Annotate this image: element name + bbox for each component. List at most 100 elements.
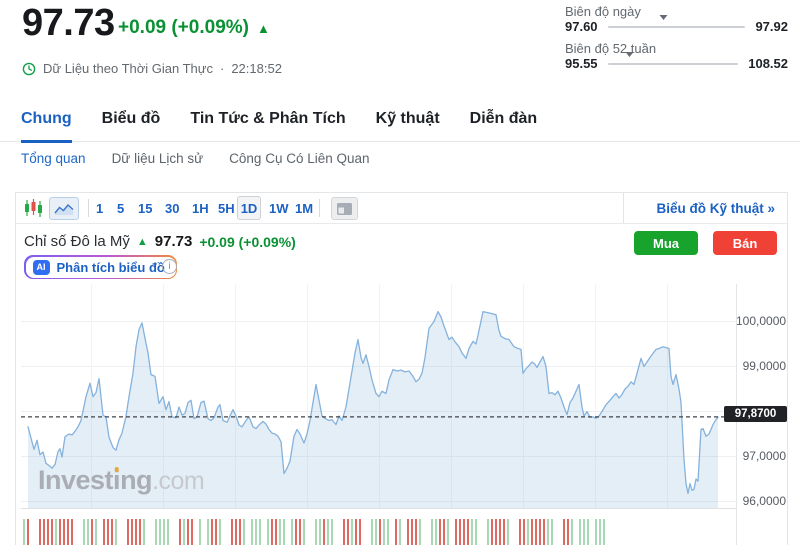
- volume-gap: [483, 519, 485, 545]
- volume-bar-down: [179, 519, 181, 545]
- ai-chart-analysis-button[interactable]: AI Phân tích biểu đồ: [24, 255, 177, 279]
- volume-bar-down: [347, 519, 349, 545]
- timeframe-1d-active[interactable]: 1D: [237, 196, 261, 220]
- volume-bar-up: [267, 519, 269, 545]
- volume-gap: [311, 519, 313, 545]
- volume-bar-up: [243, 519, 245, 545]
- timeframe-5h[interactable]: 5H: [218, 193, 235, 223]
- main-tabs: Chung Biểu đồ Tin Tức & Phân Tích Kỹ thu…: [0, 104, 800, 142]
- timeframe-30[interactable]: 30: [165, 193, 179, 223]
- volume-gap: [511, 519, 513, 545]
- volume-bar-up: [87, 519, 89, 545]
- timeframe-15[interactable]: 15: [138, 193, 152, 223]
- volume-gap: [31, 519, 33, 545]
- volume-bar-down: [467, 519, 469, 545]
- week52-range-low: 95.55: [565, 56, 598, 71]
- toolbar-divider: [319, 199, 320, 217]
- volume-bar-down: [63, 519, 65, 545]
- volume-gap: [195, 519, 197, 545]
- volume-bar-down: [459, 519, 461, 545]
- realtime-time: 22:18:52: [231, 61, 282, 76]
- sell-button[interactable]: Bán: [713, 231, 777, 255]
- tab-chung[interactable]: Chung: [21, 110, 72, 143]
- volume-bar-up: [327, 519, 329, 545]
- price-area-chart[interactable]: [16, 281, 788, 545]
- volume-bar-up: [527, 519, 529, 545]
- volume-bar-up: [95, 519, 97, 545]
- volume-bar-down: [231, 519, 233, 545]
- volume-bar-up: [579, 519, 581, 545]
- volume-gap: [147, 519, 149, 545]
- sub-tabs: Tổng quan Dữ liệu Lịch sử Công Cụ Có Liê…: [21, 151, 370, 166]
- volume-bar-down: [531, 519, 533, 545]
- events-panel-button[interactable]: [331, 197, 358, 220]
- volume-bar-up: [331, 519, 333, 545]
- chart-toolbar: 1 5 15 30 1H 5H 1D 1W 1M Biểu đồ Kỹ thuậ…: [16, 193, 787, 224]
- tab-dien-dan[interactable]: Diễn đàn: [470, 110, 538, 140]
- candlestick-chart-icon[interactable]: [24, 193, 43, 223]
- day-range-marker-icon: [660, 20, 669, 32]
- volume-bar-down: [211, 519, 213, 545]
- toolbar-divider: [623, 193, 624, 223]
- y-axis-tick: 97,0000: [736, 449, 786, 465]
- volume-bar-down: [379, 519, 381, 545]
- subtab-cong-cu-lien-quan[interactable]: Công Cụ Có Liên Quan: [229, 151, 369, 166]
- tab-bieu-do[interactable]: Biểu đồ: [102, 110, 161, 140]
- volume-bar-down: [135, 519, 137, 545]
- volume-bar-down: [127, 519, 129, 545]
- volume-bar-up: [183, 519, 185, 545]
- tab-ky-thuat[interactable]: Kỹ thuật: [376, 110, 440, 140]
- dot-separator: ·: [220, 61, 224, 76]
- volume-bar-down: [107, 519, 109, 545]
- volume-gap: [247, 519, 249, 545]
- volume-gap: [263, 519, 265, 545]
- volume-gap: [175, 519, 177, 545]
- volume-bar-up: [551, 519, 553, 545]
- volume-bar-down: [215, 519, 217, 545]
- volume-bar-up: [83, 519, 85, 545]
- technical-chart-link[interactable]: Biểu đồ Kỹ thuật »: [656, 193, 775, 223]
- subtab-tong-quan[interactable]: Tổng quan: [21, 151, 86, 166]
- volume-bar-down: [439, 519, 441, 545]
- volume-bar-up: [431, 519, 433, 545]
- chart-price: 97.73: [155, 233, 193, 250]
- volume-bar-up: [155, 519, 157, 545]
- volume-gap: [575, 519, 577, 545]
- info-icon[interactable]: i: [162, 259, 177, 274]
- timeframe-5[interactable]: 5: [117, 193, 124, 223]
- day-range-track[interactable]: [608, 26, 746, 28]
- volume-bar-down: [491, 519, 493, 545]
- volume-bar-up: [595, 519, 597, 545]
- tab-tin-tuc-phan-tich[interactable]: Tin Tức & Phân Tích: [190, 110, 345, 140]
- volume-gap: [335, 519, 337, 545]
- volume-gap: [171, 519, 173, 545]
- volume-bar-down: [443, 519, 445, 545]
- timeframe-1[interactable]: 1: [96, 193, 103, 223]
- timeframe-1w[interactable]: 1W: [269, 193, 289, 223]
- volume-bar-down: [415, 519, 417, 545]
- investing-watermark: Investing.com: [38, 465, 204, 496]
- week52-range-track[interactable]: [608, 63, 739, 65]
- volume-bar-down: [523, 519, 525, 545]
- y-axis-tick: 100,0000: [736, 314, 786, 330]
- volume-gap: [555, 519, 557, 545]
- volume-bar-up: [599, 519, 601, 545]
- volume-bar-down: [111, 519, 113, 545]
- chart-title-row: Chỉ số Đô la Mỹ ▲ 97.73 +0.09 (+0.09%): [24, 233, 296, 250]
- volume-bars[interactable]: [23, 519, 623, 545]
- volume-bar-down: [359, 519, 361, 545]
- timeframe-1m[interactable]: 1M: [295, 193, 313, 223]
- subtab-du-lieu-lich-su[interactable]: Dữ liệu Lịch sử: [112, 151, 204, 166]
- volume-gap: [123, 519, 125, 545]
- volume-bar-down: [47, 519, 49, 545]
- buy-button[interactable]: Mua: [634, 231, 698, 255]
- area-chart-type-button[interactable]: [49, 197, 79, 220]
- volume-bar-up: [587, 519, 589, 545]
- volume-bar-up: [399, 519, 401, 545]
- volume-bar-up: [283, 519, 285, 545]
- volume-bar-down: [91, 519, 93, 545]
- volume-gap: [391, 519, 393, 545]
- volume-bar-down: [27, 519, 29, 545]
- volume-gap: [227, 519, 229, 545]
- timeframe-1h[interactable]: 1H: [192, 193, 209, 223]
